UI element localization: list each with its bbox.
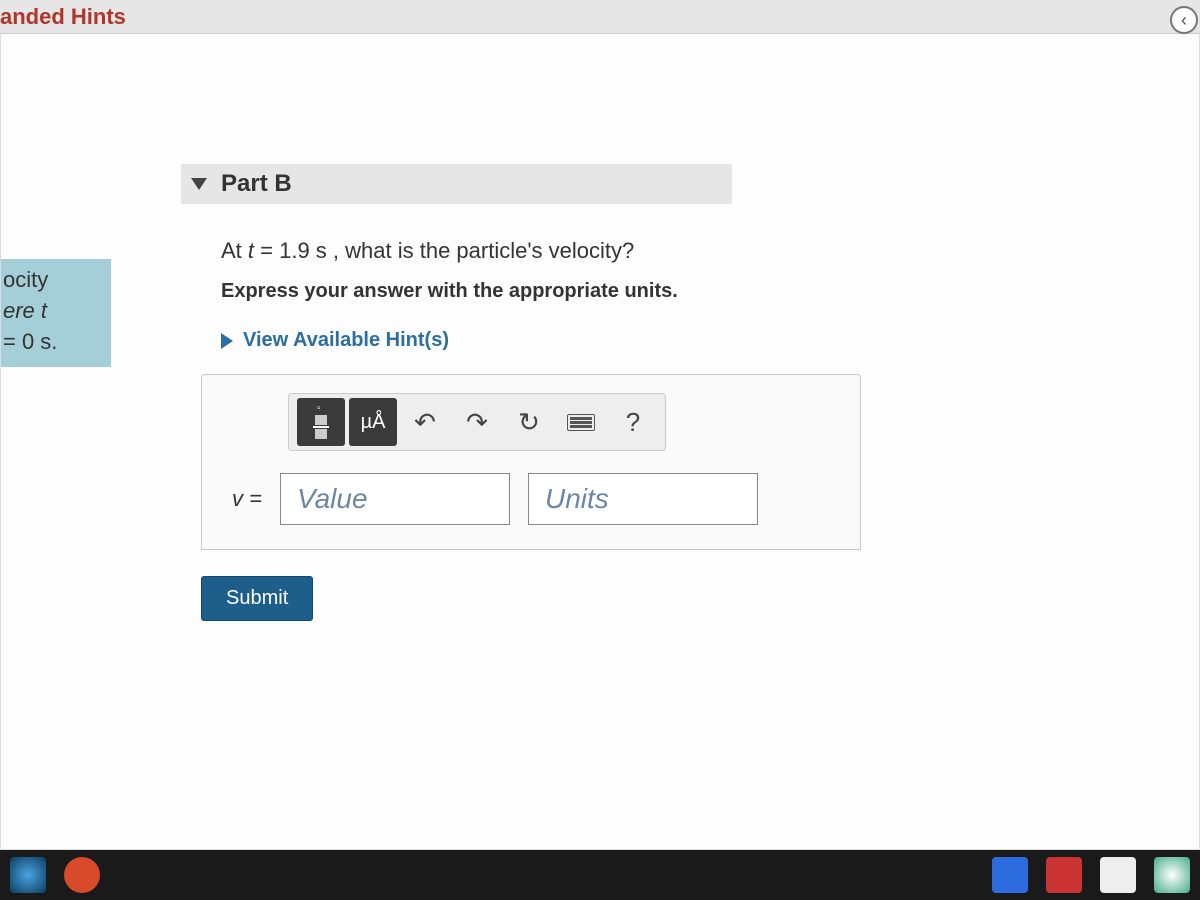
answer-input-row: v = Value Units <box>232 473 840 525</box>
question-prefix: At <box>221 238 248 263</box>
question-rest: what is the particle's velocity? <box>345 238 634 263</box>
undo-button[interactable]: ↶ <box>401 398 449 446</box>
view-hints-label: View Available Hint(s) <box>243 329 449 352</box>
undo-icon: ↶ <box>414 407 436 438</box>
chevron-left-icon: ‹ <box>1181 10 1187 31</box>
fraction-icon: ▫ <box>313 404 329 440</box>
redo-button[interactable]: ↷ <box>453 398 501 446</box>
special-characters-button[interactable]: µÅ <box>349 398 397 446</box>
hints-tab-title: anded Hints <box>0 4 126 30</box>
taskbar-app-icon[interactable] <box>1100 857 1136 893</box>
question-equals: = 1.9 s , <box>254 238 345 263</box>
main-panel: Part B At t = 1.9 s , what is the partic… <box>181 34 921 621</box>
next-circle-button[interactable]: ‹ <box>1170 6 1198 34</box>
taskbar-app-icon[interactable] <box>1046 857 1082 893</box>
value-placeholder: Value <box>297 483 368 515</box>
redo-icon: ↷ <box>466 407 488 438</box>
question-mark-icon: ? <box>626 407 640 438</box>
help-button[interactable]: ? <box>609 398 657 446</box>
template-fraction-button[interactable]: ▫ <box>297 398 345 446</box>
units-placeholder: Units <box>545 483 609 515</box>
equation-toolbar: ▫ µÅ ↶ ↷ ↻ <box>288 393 666 451</box>
part-header[interactable]: Part B <box>181 164 732 204</box>
snippet-line: ere t <box>3 296 105 327</box>
caret-right-icon <box>221 333 233 349</box>
caret-down-icon <box>191 178 207 190</box>
taskbar-app-icon[interactable] <box>992 857 1028 893</box>
units-input[interactable]: Units <box>528 473 758 525</box>
taskbar-app-icon[interactable] <box>64 857 100 893</box>
snippet-line: = 0 s. <box>3 327 105 358</box>
part-title: Part B <box>221 170 292 198</box>
variable-label: v = <box>232 486 262 512</box>
taskbar-app-icon[interactable] <box>10 857 46 893</box>
keyboard-button[interactable] <box>557 398 605 446</box>
mu-angstrom-icon: µÅ <box>361 411 386 434</box>
value-input[interactable]: Value <box>280 473 510 525</box>
view-hints-link[interactable]: View Available Hint(s) <box>221 329 921 352</box>
keyboard-icon <box>567 414 595 431</box>
content-area: ocity ere t = 0 s. Part B At t = 1.9 s ,… <box>0 34 1200 850</box>
snippet-line: ocity <box>3 265 105 296</box>
reset-button[interactable]: ↻ <box>505 398 553 446</box>
answer-instruction: Express your answer with the appropriate… <box>221 280 921 303</box>
left-info-snippet: ocity ere t = 0 s. <box>1 259 111 367</box>
top-bar: anded Hints ‹ <box>0 0 1200 34</box>
reset-icon: ↻ <box>518 407 540 438</box>
question-text: At t = 1.9 s , what is the particle's ve… <box>221 238 921 264</box>
answer-box: ▫ µÅ ↶ ↷ ↻ <box>201 374 861 550</box>
taskbar <box>0 850 1200 900</box>
submit-button[interactable]: Submit <box>201 576 313 621</box>
taskbar-app-icon[interactable] <box>1154 857 1190 893</box>
